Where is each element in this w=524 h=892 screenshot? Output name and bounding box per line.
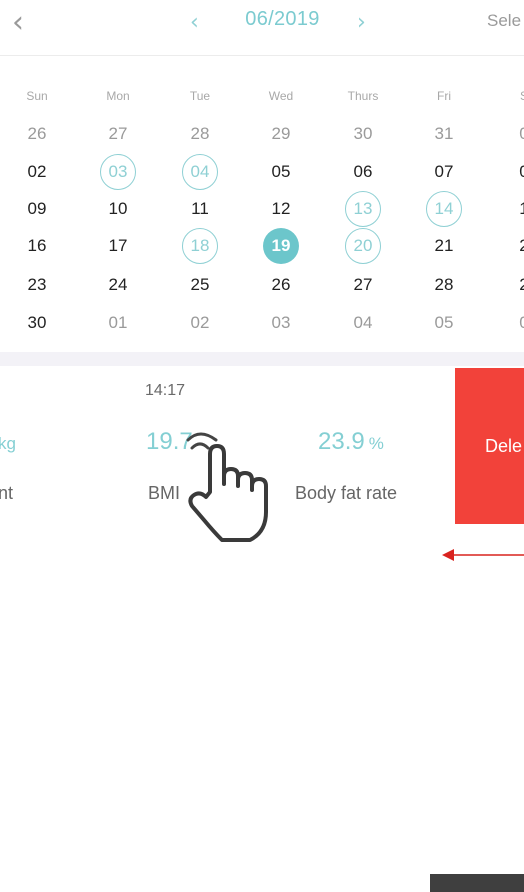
home-indicator [430,874,524,892]
bodyfat-number: 23.9 [318,428,365,455]
calendar-day[interactable]: 17 [100,228,136,264]
next-month-icon[interactable]: › [357,10,366,35]
calendar-day[interactable]: 0 [506,305,524,341]
calendar-day[interactable]: 06 [345,154,381,190]
delete-button[interactable]: Dele [455,368,524,524]
previous-month-icon[interactable]: ‹ [190,10,199,35]
calendar-day[interactable]: 23 [19,267,55,303]
calendar-grid: SunMonTueWedThursFriS2627282930310020304… [0,56,524,356]
bodyfat-value: 23.9% [318,428,384,456]
calendar-day[interactable]: 26 [19,116,55,152]
calendar-day[interactable]: 14 [426,191,462,227]
calendar-day[interactable]: 04 [345,305,381,341]
calendar-day[interactable]: 09 [19,191,55,227]
weekday-label: Fri [437,89,451,103]
calendar-day[interactable]: 1 [506,191,524,227]
weekday-label: Mon [106,89,130,103]
calendar-day[interactable]: 05 [426,305,462,341]
top-bar: ‹ ‹ 06/2019 › Sele [0,0,524,56]
section-divider [0,352,524,366]
weekday-label: Wed [268,89,294,103]
calendar-day[interactable]: 03 [100,154,136,190]
weekday-label: Sun [26,89,48,103]
calendar-day[interactable]: 26 [263,267,299,303]
calendar-day[interactable]: 30 [19,305,55,341]
calendar-day[interactable]: 18 [182,228,218,264]
calendar-day[interactable]: 03 [263,305,299,341]
record-time: 14:17 [145,382,186,399]
month-label: 06/2019 [245,8,320,30]
calendar-day[interactable]: 05 [263,154,299,190]
calendar-day[interactable]: 11 [182,191,218,227]
calendar-day[interactable]: 16 [19,228,55,264]
left-arrow-icon [442,549,524,561]
weekday-label: S [519,89,524,103]
calendar-day[interactable]: 07 [426,154,462,190]
selected-day[interactable]: 19 [263,228,299,264]
weight-label: nt [0,483,14,503]
pointing-hand-icon [186,432,268,542]
bmi-label: BMI [148,483,181,503]
calendar-day[interactable]: 25 [182,267,218,303]
calendar-day[interactable]: 28 [426,267,462,303]
weight-value: kg [0,428,16,456]
calendar-day[interactable]: 0 [506,116,524,152]
calendar-day[interactable]: 01 [100,305,136,341]
calendar-day[interactable]: 24 [100,267,136,303]
calendar-day[interactable]: 27 [345,267,381,303]
delete-label: Dele [485,435,523,456]
calendar-day[interactable]: 20 [345,228,381,264]
calendar-day[interactable]: 02 [19,154,55,190]
calendar-day[interactable]: 04 [182,154,218,190]
calendar-day[interactable]: 2 [506,267,524,303]
calendar-day[interactable]: 31 [426,116,462,152]
back-icon[interactable]: ‹ [12,8,40,38]
calendar-day[interactable]: 27 [100,116,136,152]
calendar-day[interactable]: 30 [345,116,381,152]
calendar-day[interactable]: 02 [182,305,218,341]
bodyfat-label: Body fat rate [295,483,398,503]
calendar-day[interactable]: 21 [426,228,462,264]
weight-unit: kg [0,434,16,453]
weekday-label: Tue [189,89,211,103]
calendar-day[interactable]: 12 [263,191,299,227]
calendar-day[interactable]: 10 [100,191,136,227]
select-button[interactable]: Sele [487,11,521,31]
calendar-day[interactable]: 28 [182,116,218,152]
bodyfat-unit: % [368,434,384,453]
calendar-day[interactable]: 29 [263,116,299,152]
weekday-label: Thurs [347,89,379,103]
calendar-day[interactable]: 0 [506,154,524,190]
calendar-day[interactable]: 2 [506,228,524,264]
calendar-day[interactable]: 13 [345,191,381,227]
